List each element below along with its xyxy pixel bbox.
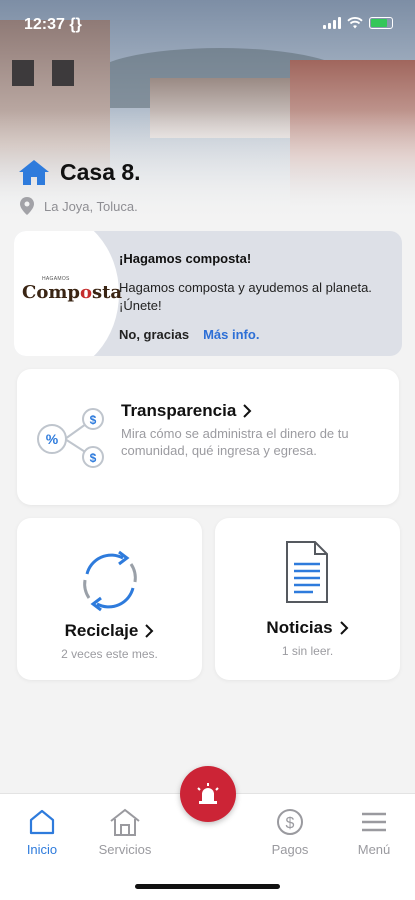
- battery-icon: [369, 17, 393, 29]
- tab-servicios[interactable]: Servicios: [85, 806, 165, 857]
- promo-body: Hagamos composta y ayudemos al planeta. …: [119, 280, 372, 313]
- decline-button[interactable]: No, gracias: [119, 327, 189, 342]
- location: La Joya, Toluca.: [20, 197, 138, 215]
- composta-logo: HAGAMOS Composta: [22, 276, 123, 303]
- recycling-subtitle: 2 veces este mes.: [61, 647, 158, 661]
- chevron-right-icon: [145, 624, 154, 638]
- home-indicator: [135, 884, 280, 889]
- status-bar: 12:37 {}: [0, 0, 415, 50]
- house-services-icon: [110, 808, 140, 836]
- alarm-button[interactable]: [180, 766, 236, 822]
- home-outline-icon: [29, 809, 55, 835]
- wifi-icon: [347, 17, 363, 29]
- tab-pagos-label: Pagos: [271, 842, 309, 857]
- news-title: Noticias: [266, 618, 333, 637]
- svg-text:$: $: [286, 815, 295, 832]
- promo-banner[interactable]: HAGAMOS Composta ¡Hagamos composta! Haga…: [14, 231, 402, 356]
- recycling-card[interactable]: Reciclaje 2 veces este mes.: [17, 518, 202, 680]
- tab-menu-label: Menú: [357, 842, 391, 857]
- transparency-icon: % $ $: [37, 408, 104, 468]
- recycle-icon: [83, 550, 137, 612]
- dollar-circle-icon: $: [277, 809, 303, 835]
- location-text: La Joya, Toluca.: [44, 198, 138, 214]
- home-icon: [19, 160, 49, 185]
- document-icon: [286, 541, 328, 603]
- tab-servicios-label: Servicios: [98, 842, 152, 857]
- location-pin-icon: [20, 197, 34, 215]
- news-subtitle: 1 sin leer.: [281, 644, 334, 658]
- svg-text:$: $: [90, 451, 97, 465]
- signal-icon: [323, 17, 341, 29]
- chevron-right-icon: [339, 621, 348, 635]
- news-card[interactable]: Noticias 1 sin leer.: [215, 518, 400, 680]
- more-info-link[interactable]: Más info.: [203, 327, 259, 342]
- house-name: Casa 8.: [60, 158, 141, 185]
- status-time: 12:37 {}: [24, 16, 82, 33]
- transparency-title: Transparencia: [121, 401, 237, 420]
- svg-text:%: %: [46, 431, 59, 447]
- siren-icon: [197, 783, 219, 804]
- transparency-description: Mira cómo se administra el dinero de tu …: [121, 426, 349, 458]
- transparency-card[interactable]: % $ $ Transparencia Mira cómo se adminis…: [17, 369, 399, 505]
- svg-text:$: $: [90, 413, 97, 427]
- house-header: Casa 8.: [18, 158, 141, 186]
- tab-pagos[interactable]: $ Pagos: [250, 806, 330, 857]
- hamburger-menu-icon: [362, 812, 386, 832]
- recycling-title: Reciclaje: [64, 621, 139, 640]
- promo-title: ¡Hagamos composta!: [119, 251, 252, 266]
- chevron-right-icon: [243, 404, 252, 418]
- tab-inicio[interactable]: Inicio: [2, 806, 82, 857]
- tab-menu[interactable]: Menú: [334, 806, 414, 857]
- tab-inicio-label: Inicio: [26, 842, 58, 857]
